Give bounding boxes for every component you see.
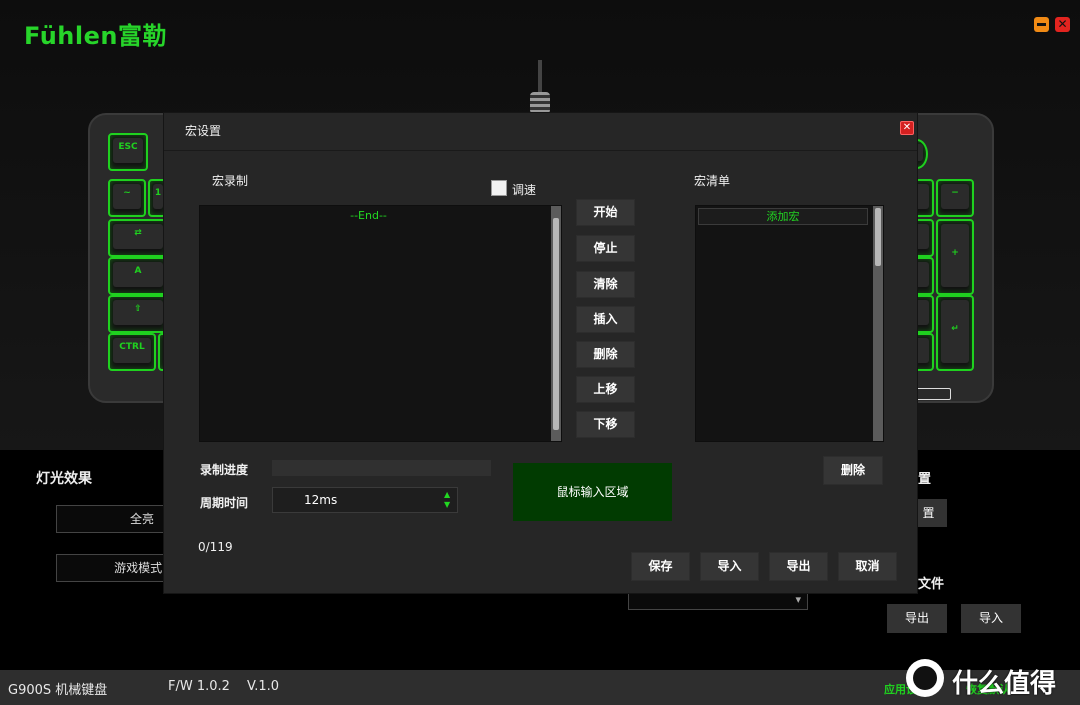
move-down-button[interactable]: 下移 — [576, 411, 635, 438]
recording-scroll-thumb[interactable] — [553, 218, 559, 430]
cancel-button[interactable]: 取消 — [838, 552, 897, 581]
key-ctrl[interactable]: CTRL — [108, 333, 156, 371]
stop-record-button[interactable]: 停止 — [576, 235, 635, 262]
profile-file-label: 文件 — [918, 577, 945, 592]
macro-list-scrollbar[interactable] — [873, 206, 883, 441]
cable-plug — [530, 92, 550, 114]
key-caps[interactable]: A — [108, 257, 168, 295]
export-button[interactable]: 导出 — [769, 552, 828, 581]
device-model: G900S 机械键盘 — [8, 683, 108, 698]
key-plus[interactable]: + — [936, 219, 974, 295]
close-icon[interactable]: ✕ — [1055, 17, 1070, 32]
spin-down-icon[interactable]: ▼ — [444, 500, 450, 509]
key-tilde[interactable]: ~ — [108, 179, 146, 217]
watermark-logo-icon — [906, 659, 944, 697]
macro-recording-list[interactable]: --End-- — [199, 205, 562, 442]
watermark-text: 什么值得买 — [952, 669, 1057, 699]
move-up-button[interactable]: 上移 — [576, 376, 635, 403]
macro-step-count: 0/119 — [198, 540, 233, 554]
macro-recording-label: 宏录制 — [212, 174, 249, 188]
save-button[interactable]: 保存 — [631, 552, 690, 581]
profile-import-button[interactable]: 导入 — [961, 604, 1021, 633]
record-progress-bar — [272, 460, 491, 476]
close-icon[interactable]: ✕ — [900, 121, 914, 135]
key-enter[interactable]: ↵ — [936, 295, 974, 371]
key-tab[interactable]: ⇄ — [108, 219, 168, 257]
delete-macro-button[interactable]: 删除 — [823, 456, 883, 485]
import-button[interactable]: 导入 — [700, 552, 759, 581]
dialog-title: 宏设置 — [185, 124, 222, 138]
minimize-icon[interactable] — [1034, 17, 1049, 32]
insert-button[interactable]: 插入 — [576, 306, 635, 333]
key-esc[interactable]: ESC — [108, 133, 148, 171]
macro-list[interactable]: 添加宏 — [695, 205, 884, 442]
profile-export-button[interactable]: 导出 — [887, 604, 947, 633]
speed-label: 调速 — [512, 183, 537, 197]
period-time-label: 周期时间 — [200, 496, 249, 510]
clear-button[interactable]: 清除 — [576, 271, 635, 298]
spin-up-icon[interactable]: ▲ — [444, 490, 450, 499]
key-minus[interactable]: − — [936, 179, 974, 217]
macro-list-label: 宏清单 — [694, 174, 731, 188]
recording-scrollbar[interactable] — [551, 206, 561, 441]
firmware-version: F/W 1.0.2 — [168, 679, 230, 694]
start-record-button[interactable]: 开始 — [576, 199, 635, 226]
delete-step-button[interactable]: 删除 — [576, 341, 635, 368]
brand-logo: Fühlen富勒 — [24, 22, 167, 50]
add-macro-item[interactable]: 添加宏 — [698, 208, 868, 225]
macro-settings-dialog: 宏设置 ✕ 宏录制 调速 --End-- 开始 停止 清除 插入 删除 上移 下… — [163, 112, 918, 594]
record-progress-label: 录制进度 — [200, 463, 249, 477]
lighting-effect-title: 灯光效果 — [36, 471, 92, 487]
mouse-input-area[interactable]: 鼠标输入区域 — [513, 463, 672, 521]
dialog-header: 宏设置 ✕ — [164, 113, 917, 151]
software-version: V.1.0 — [247, 679, 280, 694]
macro-list-scroll-thumb[interactable] — [875, 208, 881, 266]
period-time-input[interactable]: 12ms — [272, 487, 458, 513]
key-shift[interactable]: ⇧ — [108, 295, 168, 333]
end-marker: --End-- — [350, 209, 387, 222]
right-section-label: 置 — [918, 472, 932, 487]
speed-checkbox[interactable] — [491, 180, 507, 196]
